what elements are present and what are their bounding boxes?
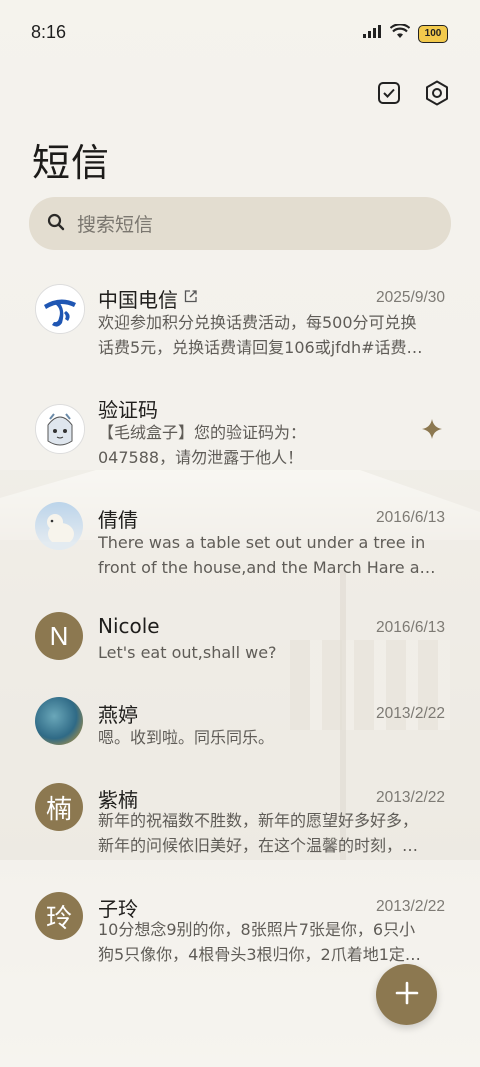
conversation-item[interactable]: 中国电信 2025/9/30 欢迎参加积分兑换话费活动，每500分可兑换 话费5… bbox=[0, 270, 480, 380]
conversation-date: 2013/2/22 bbox=[376, 705, 445, 722]
star-sparkle-icon[interactable] bbox=[421, 418, 443, 444]
conversation-preview: Let's eat out,shall we? bbox=[98, 640, 444, 665]
conversation-preview: There was a table set out under a tree i… bbox=[98, 530, 444, 580]
status-time: 8:16 bbox=[31, 22, 67, 42]
conversation-date: 2016/6/13 bbox=[376, 509, 445, 526]
conversation-name: 燕婷 bbox=[98, 703, 138, 727]
preview-line: 【毛绒盒子】您的验证码为： bbox=[98, 423, 307, 442]
conversation-preview: 【毛绒盒子】您的验证码为： 047588，请勿泄露于他人！ bbox=[98, 420, 398, 470]
conversation-date: 2013/2/22 bbox=[376, 898, 445, 915]
preview-line: 新年的祝福数不胜数，新年的愿望好多好多， bbox=[98, 811, 419, 830]
page-title: 短信 bbox=[32, 141, 111, 185]
wifi-icon bbox=[389, 23, 411, 43]
select-checkbox-icon[interactable] bbox=[376, 80, 402, 106]
signal-icon bbox=[362, 24, 382, 43]
conversation-date: 2013/2/22 bbox=[376, 789, 445, 806]
polar-bear-avatar bbox=[35, 502, 83, 550]
preview-line: 047588，请勿泄露于他人！ bbox=[98, 448, 304, 467]
preview-line: 新年的问候依旧美好，在这个温馨的时刻，… bbox=[98, 836, 419, 855]
search-icon bbox=[47, 213, 65, 235]
preview-line: front of the house,and the March Hare an… bbox=[98, 558, 444, 577]
external-link-icon bbox=[184, 288, 197, 307]
conversation-name: 倩倩 bbox=[98, 508, 138, 532]
search-placeholder: 搜索短信 bbox=[77, 214, 154, 236]
conversation-item[interactable]: 燕婷 2013/2/22 嗯。收到啦。同乐同乐。 bbox=[0, 686, 480, 772]
telecom-logo-avatar bbox=[35, 284, 85, 334]
photo-avatar bbox=[35, 697, 83, 745]
search-input[interactable]: 搜索短信 bbox=[29, 197, 451, 250]
cartoon-avatar bbox=[35, 404, 85, 454]
conversation-item[interactable]: 楠 紫楠 2013/2/22 新年的祝福数不胜数，新年的愿望好多好多， 新年的问… bbox=[0, 772, 480, 882]
status-bar: 8:16 100 bbox=[0, 0, 480, 68]
preview-line: 狗5只像你，4根骨头3根归你，2爪着地1定… bbox=[98, 945, 421, 964]
letter-avatar: 玲 bbox=[35, 892, 83, 940]
letter-avatar: 楠 bbox=[35, 783, 83, 831]
top-actions bbox=[376, 80, 450, 106]
preview-line: There was a table set out under a tree i… bbox=[98, 533, 426, 552]
preview-line: 话费5元，兑换话费请回复106或jfdh#话费… bbox=[98, 338, 423, 357]
conversation-item[interactable]: 倩倩 2016/6/13 There was a table set out u… bbox=[0, 490, 480, 600]
letter-avatar: N bbox=[35, 612, 83, 660]
conversation-name: 中国电信 bbox=[98, 288, 178, 312]
preview-line: 10分想念9别的你，8张照片7张是你，6只小 bbox=[98, 920, 416, 939]
conversation-name: Nicole bbox=[98, 614, 160, 638]
conversation-item[interactable]: N Nicole 2016/6/13 Let's eat out,shall w… bbox=[0, 600, 480, 686]
plus-icon bbox=[395, 981, 419, 1009]
conversation-preview: 嗯。收到啦。同乐同乐。 bbox=[98, 725, 444, 750]
battery-icon: 100 bbox=[418, 24, 448, 43]
preview-line: 欢迎参加积分兑换话费活动，每500分可兑换 bbox=[98, 313, 417, 332]
conversation-item[interactable]: 验证码 【毛绒盒子】您的验证码为： 047588，请勿泄露于他人！ bbox=[0, 380, 480, 490]
settings-icon[interactable] bbox=[424, 80, 450, 106]
preview-line: Let's eat out,shall we? bbox=[98, 643, 277, 662]
conversation-name: 验证码 bbox=[98, 398, 158, 422]
conversation-date: 2016/6/13 bbox=[376, 619, 445, 636]
new-message-button[interactable] bbox=[376, 964, 437, 1025]
conversation-preview: 10分想念9别的你，8张照片7张是你，6只小 狗5只像你，4根骨头3根归你，2爪… bbox=[98, 917, 444, 967]
conversation-preview: 欢迎参加积分兑换话费活动，每500分可兑换 话费5元，兑换话费请回复106或jf… bbox=[98, 310, 444, 360]
conversation-date: 2025/9/30 bbox=[376, 289, 445, 306]
preview-line: 嗯。收到啦。同乐同乐。 bbox=[98, 728, 275, 747]
conversation-preview: 新年的祝福数不胜数，新年的愿望好多好多， 新年的问候依旧美好，在这个温馨的时刻，… bbox=[98, 808, 444, 858]
status-icons: 100 bbox=[362, 23, 448, 43]
